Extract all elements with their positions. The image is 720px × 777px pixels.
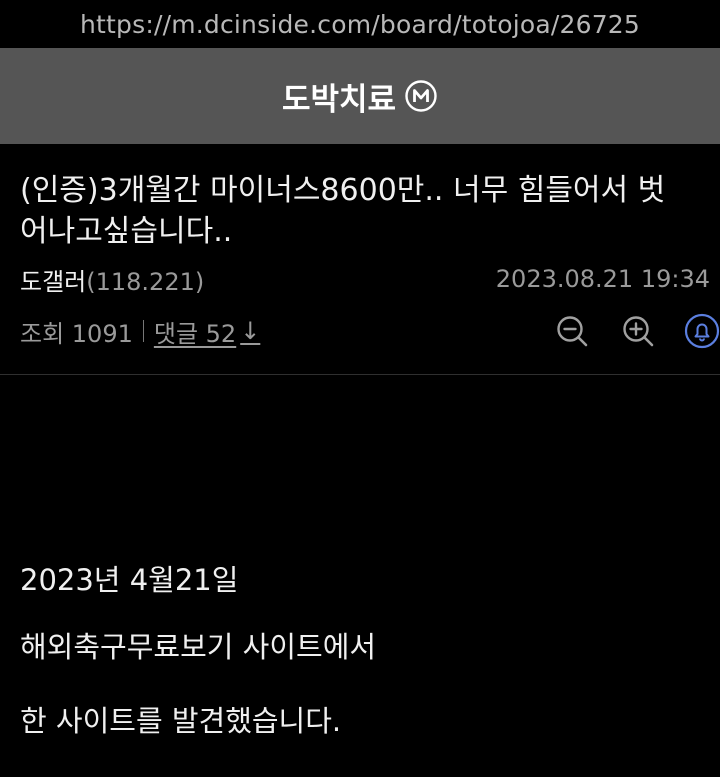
- zoom-out-icon[interactable]: [554, 313, 590, 349]
- address-bar[interactable]: https://m.dcinside.com/board/totojoa/267…: [0, 0, 720, 48]
- comment-count-link[interactable]: 댓글 52 ↓: [154, 314, 260, 349]
- minor-gallery-m-icon: [404, 79, 438, 113]
- view-count: 조회 1091: [20, 319, 133, 348]
- body-paragraph: 2023년 4월21일: [20, 563, 239, 597]
- body-paragraph: 한 사이트를 발견했습니다.: [20, 704, 342, 738]
- body-paragraph: 해외축구무료보기 사이트에서: [20, 630, 377, 664]
- stats-divider: [142, 320, 144, 342]
- post-stats: 조회 1091 댓글 52 ↓: [20, 311, 720, 351]
- bell-icon[interactable]: [684, 313, 720, 349]
- author-info[interactable]: 도갤러(118.221): [20, 262, 204, 297]
- comment-count: 댓글 52: [153, 319, 237, 348]
- author-name[interactable]: 도갤러: [20, 268, 86, 296]
- zoom-in-icon[interactable]: [620, 313, 656, 349]
- content-divider: [0, 374, 720, 375]
- post-title: (인증)3개월간 마이너스8600만.. 너무 힘들어서 벗어나고싶습니다..: [20, 173, 666, 249]
- url-text: https://m.dcinside.com/board/totojoa/267…: [79, 9, 641, 39]
- author-ip: (118.221): [86, 267, 205, 296]
- post-actions: [554, 311, 720, 351]
- gallery-header: 도박치료: [0, 48, 720, 144]
- post-date: 2023.08.21 19:34: [495, 265, 710, 293]
- gallery-name[interactable]: 도박치료: [282, 74, 396, 119]
- post-meta: 도갤러(118.221) 2023.08.21 19:34: [20, 262, 710, 296]
- arrow-down-icon: ↓: [240, 317, 261, 345]
